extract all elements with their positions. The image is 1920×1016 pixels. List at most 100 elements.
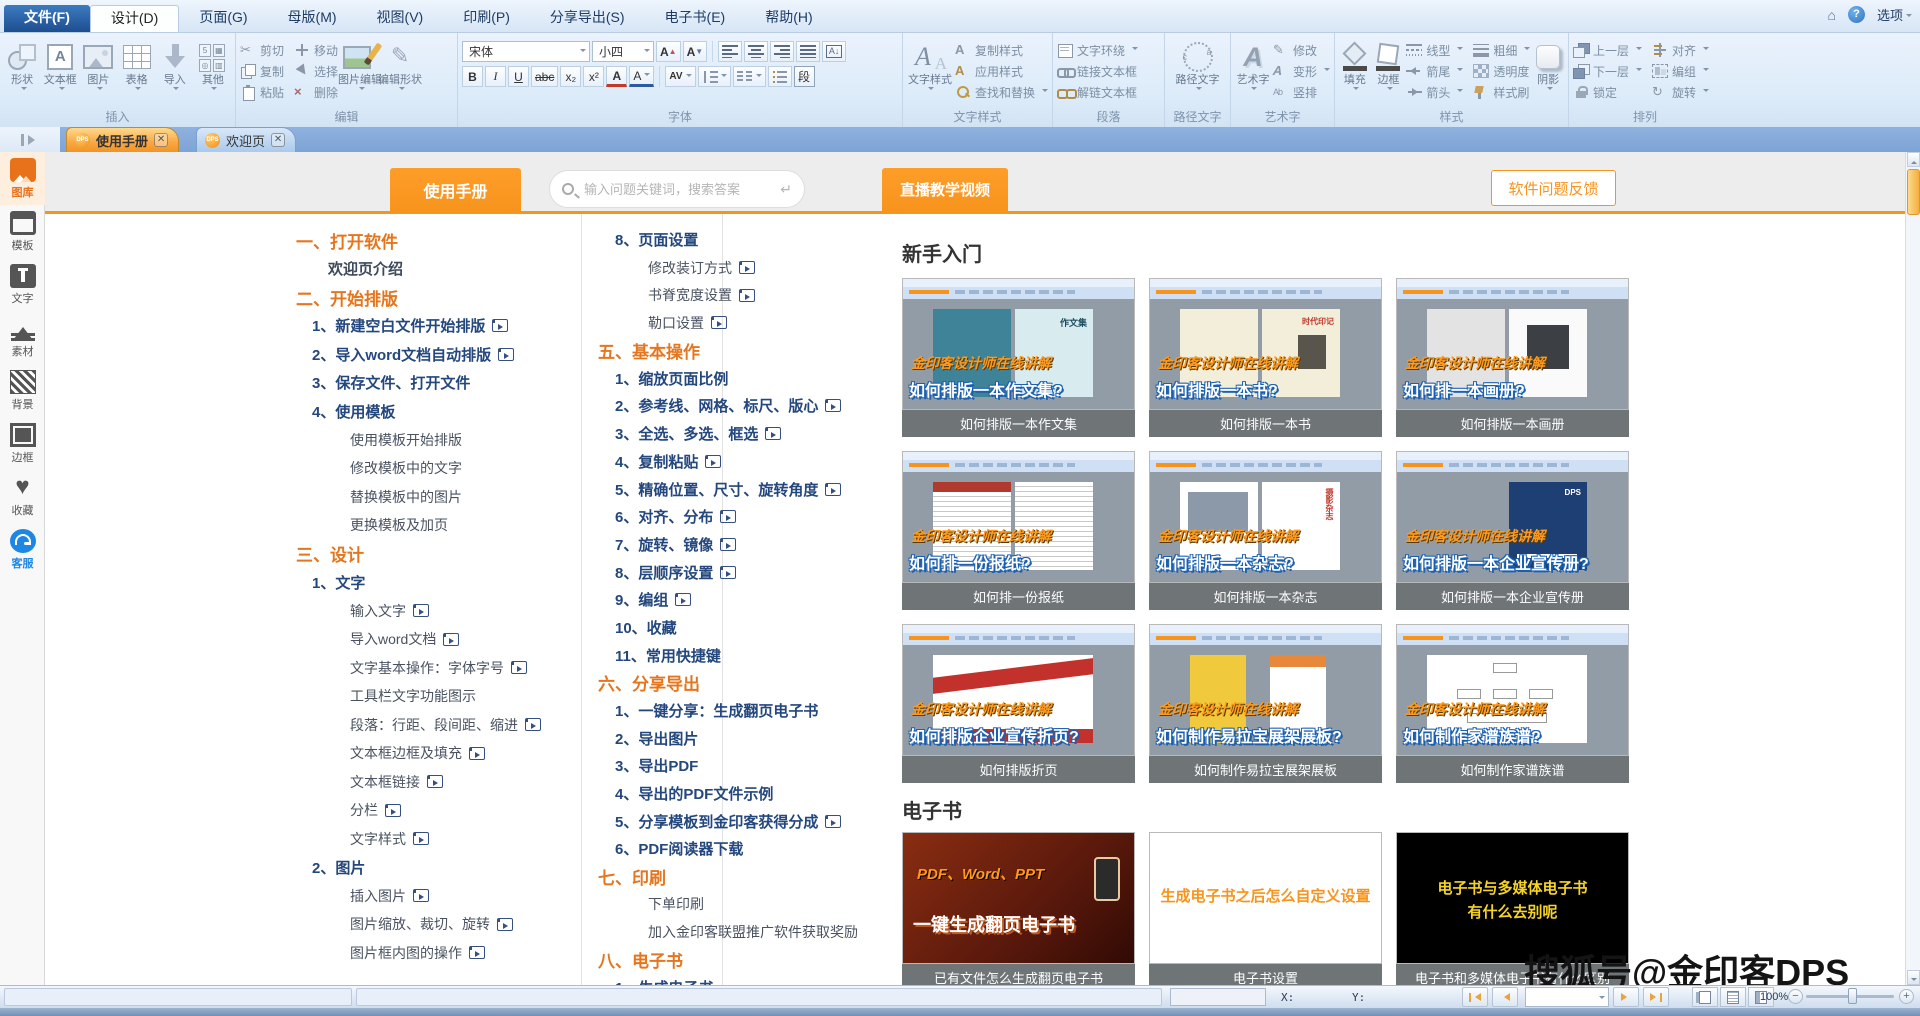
paragraph-unlink-button[interactable]: 解链文本框	[1057, 83, 1138, 101]
superscript-button[interactable]: x²	[583, 66, 604, 87]
strikethrough-button[interactable]: abc	[531, 66, 558, 87]
edit-paste-button[interactable]: 粘贴	[240, 83, 284, 101]
toc2-item-15[interactable]: 10、收藏	[598, 614, 858, 642]
page-select-combo[interactable]	[1525, 987, 1609, 1007]
toc2-item-27[interactable]: 八、电子书	[598, 946, 858, 974]
paragraph-mark-button[interactable]: 段	[794, 66, 815, 87]
textstyle-applystyle-button[interactable]: A应用样式	[955, 62, 1048, 80]
sidebar-item-service[interactable]: 客服	[0, 523, 45, 576]
video-icon[interactable]	[497, 918, 513, 931]
toc2-item-28[interactable]: 1、生成电子书	[598, 974, 858, 985]
picedit-button[interactable]: 图片编辑	[340, 37, 380, 109]
toc1-item-5[interactable]: 2、导入word文档自动排版	[296, 340, 541, 369]
doc-tab-1[interactable]: DPS使用手册✕	[66, 127, 179, 152]
video-card[interactable]: 摄影杂志金印客设计师在线讲解如何排版一本杂志?如何排版一本杂志	[1149, 451, 1382, 610]
toc2-item-24[interactable]: 七、印刷	[598, 863, 858, 891]
shadow-button[interactable]: 阴影	[1532, 37, 1564, 109]
video-card[interactable]: 金印客设计师在线讲解如何排一本画册?如何排版一本画册	[1396, 278, 1629, 437]
view-mode-single-button[interactable]	[1692, 987, 1718, 1007]
toc1-item-22[interactable]: 文字样式	[296, 825, 541, 854]
options-button[interactable]: 选项	[1877, 5, 1912, 24]
vertical-text-button[interactable]: A↓	[822, 41, 846, 62]
video-icon[interactable]	[427, 775, 443, 788]
insert-shapes-button[interactable]: 形状	[4, 37, 40, 109]
video-thumbnail[interactable]: 作文集金印客设计师在线讲解如何排版一本作文集?	[902, 278, 1135, 410]
toc1-item-15[interactable]: 导入word文档	[296, 625, 541, 654]
toc1-item-3[interactable]: 二、开始排版	[296, 283, 541, 312]
textstyle-find-button[interactable]: 查找和替换	[955, 83, 1048, 101]
toc1-item-25[interactable]: 图片缩放、裁切、旋转	[296, 910, 541, 939]
insert-image-button[interactable]: 图片	[80, 37, 116, 109]
menu-item-5[interactable]: 视图(V)	[357, 5, 444, 32]
align-justify-button[interactable]	[796, 41, 820, 62]
toc2-item-13[interactable]: 8、层顺序设置	[598, 558, 858, 586]
edit-copy-button[interactable]: 复制	[240, 62, 284, 80]
align-center-button[interactable]	[744, 41, 768, 62]
toc1-item-24[interactable]: 插入图片	[296, 882, 541, 911]
toc2-item-9[interactable]: 4、复制粘贴	[598, 448, 858, 476]
toc1-item-19[interactable]: 文本框边框及填充	[296, 739, 541, 768]
toc2-item-7[interactable]: 2、参考线、网格、标尺、版心	[598, 392, 858, 420]
lsp-button[interactable]	[698, 66, 731, 87]
arrange-lock-button[interactable]: 锁定	[1573, 83, 1642, 101]
edit-del-button[interactable]: ×删除	[294, 83, 338, 101]
feedback-button[interactable]: 软件问题反馈	[1491, 170, 1616, 206]
shapeedit-button[interactable]: ✎编辑形状	[380, 37, 420, 109]
view-mode-facing-button[interactable]	[1720, 987, 1746, 1007]
arrange-up-button[interactable]: 上一层	[1573, 41, 1642, 59]
path-text-button[interactable]: 路径文字	[1170, 37, 1226, 109]
zoom-out-button[interactable]: −	[1788, 989, 1803, 1004]
toc1-item-23[interactable]: 2、图片	[296, 853, 541, 882]
insert-other-button[interactable]: 5▦◎▥其他	[195, 37, 231, 109]
spacing-button[interactable]: AV	[665, 66, 695, 87]
toc2-item-26[interactable]: 加入金印客联盟推广软件获取奖励	[598, 918, 858, 946]
toc2-item-19[interactable]: 2、导出图片	[598, 724, 858, 752]
align-right-button[interactable]	[770, 41, 794, 62]
video-card[interactable]: 金印客设计师在线讲解如何制作易拉宝展架展板?如何制作易拉宝展架展板	[1149, 624, 1382, 783]
video-thumbnail[interactable]: 摄影杂志金印客设计师在线讲解如何排版一本杂志?	[1149, 451, 1382, 583]
video-thumbnail[interactable]: 金印客设计师在线讲解如何排一本画册?	[1396, 278, 1629, 410]
arrange-grp-button[interactable]: 编组	[1652, 62, 1709, 80]
video-thumbnail[interactable]: DPS金印客设计师在线讲解如何排版一本企业宣传册?	[1396, 451, 1629, 583]
toc2-item-10[interactable]: 5、精确位置、尺寸、旋转角度	[598, 475, 858, 503]
arrange-rotate-button[interactable]: ↻旋转	[1652, 83, 1709, 101]
video-icon[interactable]	[511, 661, 527, 674]
toc1-item-16[interactable]: 文字基本操作：字体字号	[296, 654, 541, 683]
sidebar-item-gallery[interactable]: 图库	[0, 152, 45, 205]
edit-select-button[interactable]: 选择	[294, 62, 338, 80]
video-card[interactable]: 作文集金印客设计师在线讲解如何排版一本作文集?如何排版一本作文集	[902, 278, 1135, 437]
toc1-item-1[interactable]: 一、打开软件	[296, 226, 541, 255]
last-page-button[interactable]	[1643, 987, 1669, 1007]
menu-item-8[interactable]: 电子书(E)	[645, 5, 746, 32]
video-card[interactable]: DPS金印客设计师在线讲解如何排版一本企业宣传册?如何排版一本企业宣传册	[1396, 451, 1629, 610]
scroll-up-button[interactable]	[1907, 152, 1920, 167]
enter-icon[interactable]: ↵	[780, 181, 792, 198]
video-card[interactable]: 生成电子书之后怎么自定义设置电子书设置	[1149, 832, 1382, 985]
video-card[interactable]: 金印客设计师在线讲解如何制作家谱族谱?如何制作家谱族谱	[1396, 624, 1629, 783]
wordart-button[interactable]: A 艺术字	[1235, 37, 1271, 109]
video-thumbnail[interactable]: 金印客设计师在线讲解如何排一份报纸?	[902, 451, 1135, 583]
video-icon[interactable]	[525, 718, 541, 731]
menu-item-1[interactable]: 文件(F)	[4, 5, 90, 32]
toc2-item-8[interactable]: 3、全选、多选、框选	[598, 420, 858, 448]
toc2-item-20[interactable]: 3、导出PDF	[598, 752, 858, 780]
ribbon-collapse-icon[interactable]: ⌂	[1828, 7, 1836, 23]
toc1-item-11[interactable]: 更换模板及加页	[296, 511, 541, 540]
toc1-item-12[interactable]: 三、设计	[296, 540, 541, 569]
text-style-button[interactable]: 文字样式	[907, 37, 953, 109]
video-icon[interactable]	[413, 889, 429, 902]
sidebar-item-border[interactable]: 边框	[0, 417, 45, 470]
close-icon[interactable]: ✕	[271, 133, 285, 147]
video-icon[interactable]	[711, 316, 727, 329]
video-thumbnail[interactable]: 金印客设计师在线讲解如何制作易拉宝展架展板?	[1149, 624, 1382, 756]
toc1-item-10[interactable]: 替换模板中的图片	[296, 483, 541, 512]
close-icon[interactable]: ✕	[154, 133, 168, 147]
zoom-slider-thumb[interactable]	[1848, 988, 1857, 1004]
toc1-item-21[interactable]: 分栏	[296, 796, 541, 825]
wordart-warp-button[interactable]: A变形	[1273, 62, 1330, 80]
bold-button[interactable]: B	[462, 66, 483, 87]
style-atail-button[interactable]: 箭尾	[1406, 62, 1463, 80]
video-card[interactable]: 金印客设计师在线讲解如何排一份报纸?如何排一份报纸	[902, 451, 1135, 610]
sidebar-item-material[interactable]: 素材	[0, 311, 45, 364]
toc1-item-18[interactable]: 段落：行距、段间距、缩进	[296, 711, 541, 740]
